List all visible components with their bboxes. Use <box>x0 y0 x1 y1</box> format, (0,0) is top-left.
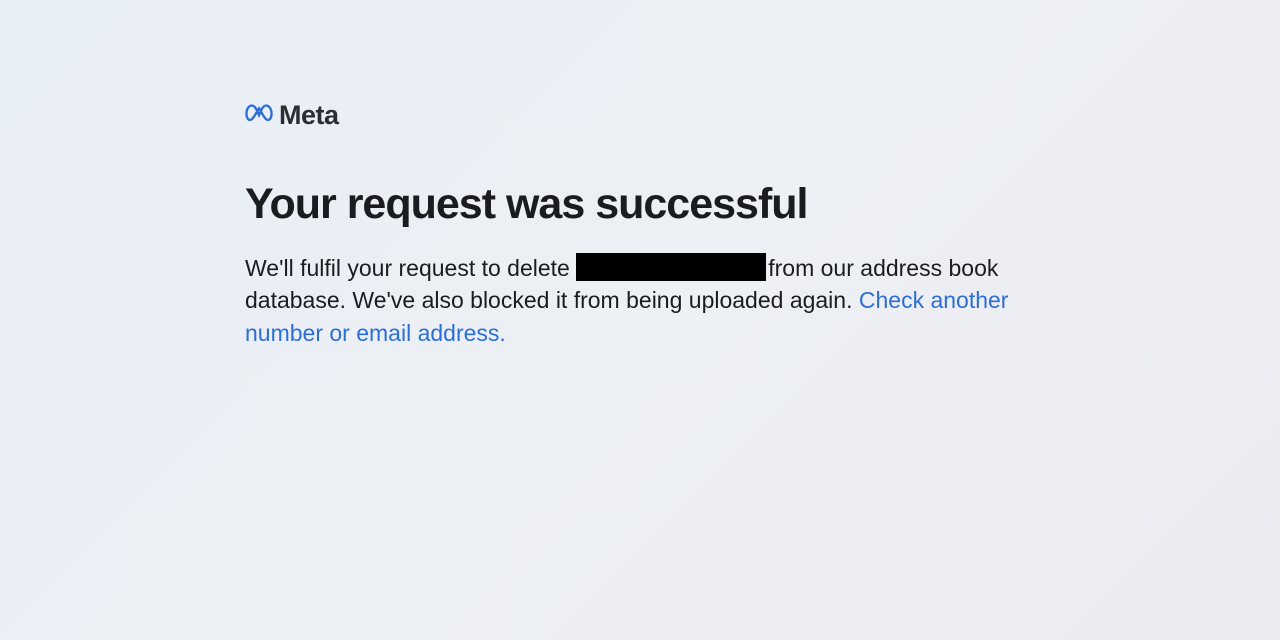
confirmation-message: We'll fulfil your request to delete from… <box>245 252 1075 349</box>
meta-icon <box>245 103 273 128</box>
page-title: Your request was successful <box>245 181 1100 228</box>
brand-logo: Meta <box>245 100 1100 131</box>
message-text-before: We'll fulfil your request to delete <box>245 255 576 281</box>
main-container: Meta Your request was successful We'll f… <box>0 0 1100 349</box>
redacted-value <box>576 253 766 281</box>
brand-name: Meta <box>279 100 339 131</box>
